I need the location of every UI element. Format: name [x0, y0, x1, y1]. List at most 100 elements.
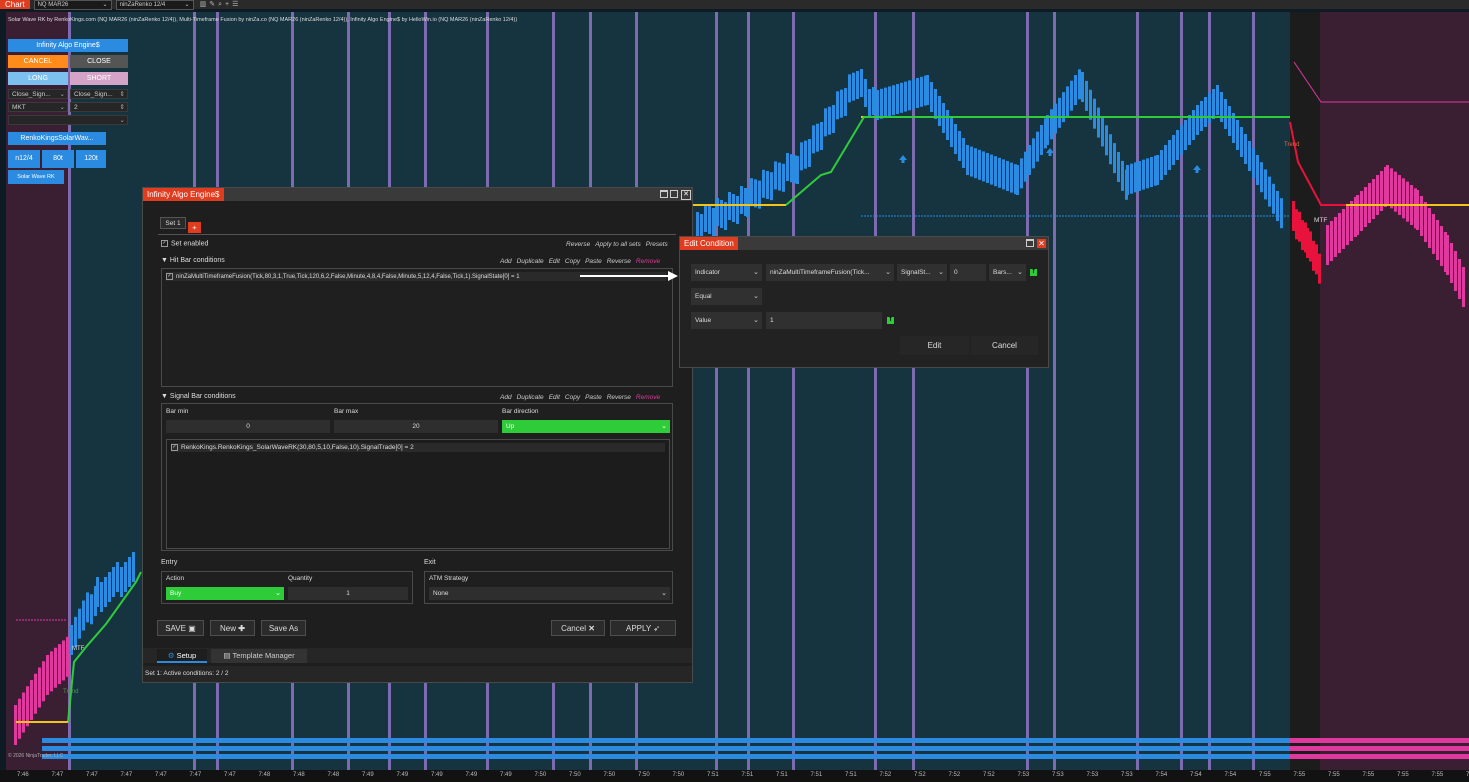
close-position-button[interactable]: CLOSE — [70, 55, 128, 68]
atm-select[interactable]: None ⌄ — [429, 587, 670, 600]
bars-select[interactable]: Bars... ⌄ — [989, 264, 1026, 281]
renko-bar — [930, 82, 933, 112]
edit-condition-dialog: Edit Condition ✕ Indicator ⌄ ninZaMultiTi… — [679, 236, 1049, 368]
close-signal-select[interactable]: Close_Sign... ⇕ — [70, 89, 128, 99]
bar-direction-label: Bar direction — [502, 408, 539, 415]
atm-select[interactable]: ⌄ — [8, 115, 128, 125]
tab-set-1[interactable]: Set 1 — [160, 217, 186, 229]
bar-min-input[interactable]: 0 — [166, 420, 330, 433]
renko-bar — [1188, 115, 1191, 145]
indicator-select[interactable]: ninZaMultiTimeframeFusion(Tick... ⌄ — [766, 264, 894, 281]
zoom-icon[interactable]: ⌕ — [218, 1, 225, 8]
value-input[interactable]: 1 — [766, 312, 882, 329]
bar-max-input[interactable]: 20 — [334, 420, 498, 433]
reverse-link[interactable]: Reverse — [607, 258, 631, 265]
close-icon[interactable]: ✕ — [1037, 239, 1046, 248]
list-item[interactable]: ✓ RenkoKings.RenkoKings_SolarWaveRK(30,80… — [171, 443, 665, 453]
cancel-button[interactable]: Cancel ✕ — [551, 620, 605, 636]
paste-link[interactable]: Paste — [585, 258, 602, 265]
maximize-icon[interactable] — [1026, 239, 1034, 247]
new-button[interactable]: New ✚ — [210, 620, 255, 636]
duplicate-link[interactable]: Duplicate — [517, 394, 544, 401]
signal-band — [42, 738, 1290, 743]
drawing-tool-icon[interactable]: ✎ — [209, 1, 218, 8]
crosshair-icon[interactable]: + — [225, 1, 232, 8]
renko-120t-button[interactable]: 120t — [76, 150, 106, 168]
spinner-icon: ⇕ — [119, 91, 125, 98]
time-tick: 7:50 — [534, 772, 547, 778]
close-signal-select[interactable]: Close_Sign... ⌄ — [8, 89, 68, 99]
set-enabled-checkbox[interactable]: ✓ Set enabled — [161, 240, 208, 247]
presets-link[interactable]: Presets — [646, 241, 668, 248]
engine-title-button[interactable]: Infinity Algo Engine$ — [8, 39, 128, 52]
tab-template-manager[interactable]: ▤ Template Manager — [211, 649, 307, 663]
remove-link[interactable]: Remove — [636, 394, 660, 401]
close-icon[interactable]: ✕ — [681, 190, 691, 200]
window-titlebar[interactable]: Infinity Algo Engine$ ✕ — [143, 188, 692, 201]
edit-button[interactable]: Edit — [900, 336, 969, 355]
time-tick: 7:55 — [1328, 772, 1340, 778]
signal-bar-header[interactable]: ▼ Signal Bar conditions — [161, 393, 236, 400]
plot-select[interactable]: SignalSt... ⌄ — [897, 264, 947, 281]
renko-kings-button[interactable]: RenkoKingsSolarWav... — [8, 132, 106, 145]
solar-wave-button[interactable]: Solar Wave RK — [8, 170, 64, 184]
check-icon: ✓ — [166, 273, 173, 280]
minimize-icon[interactable] — [660, 190, 668, 198]
settings-icon[interactable]: f — [887, 317, 894, 324]
copy-link[interactable]: Copy — [565, 394, 580, 401]
hit-bar-header[interactable]: ▼ Hit Bar conditions — [161, 257, 225, 264]
reverse-link[interactable]: Reverse — [607, 394, 631, 401]
short-button[interactable]: SHORT — [70, 72, 128, 85]
cancel-orders-button[interactable]: CANCEL — [8, 55, 68, 68]
time-tick: 7:52 — [983, 772, 995, 778]
reverse-link[interactable]: Reverse — [566, 241, 590, 248]
duplicate-link[interactable]: Duplicate — [517, 258, 544, 265]
save-button[interactable]: SAVE ▣ — [157, 620, 204, 636]
bars-ago-input[interactable]: 0 — [950, 264, 986, 281]
add-link[interactable]: Add — [500, 394, 512, 401]
cancel-button[interactable]: Cancel — [971, 336, 1038, 355]
order-type-select[interactable]: MKT ⌄ — [8, 102, 68, 112]
quantity-stepper[interactable]: 2 ⇕ — [70, 102, 128, 112]
bar-min-label: Bar min — [166, 408, 189, 415]
renko-bar — [66, 636, 69, 677]
long-button[interactable]: LONG — [8, 72, 68, 85]
renko-80t-button[interactable]: 80t — [42, 150, 74, 168]
toolbar-icons[interactable]: ▥✎⌕+☰ — [200, 0, 242, 9]
paste-link[interactable]: Paste — [585, 394, 602, 401]
settings-icon[interactable]: f — [1030, 269, 1037, 276]
operator-select[interactable]: Equal ⌄ — [691, 288, 762, 305]
copy-link[interactable]: Copy — [565, 258, 580, 265]
renko-bar — [1402, 178, 1405, 219]
remove-link[interactable]: Remove — [636, 258, 660, 265]
apply-all-link[interactable]: Apply to all sets — [595, 241, 641, 248]
bar-type-icon[interactable]: ▥ — [200, 1, 210, 8]
save-as-button[interactable]: Save As — [261, 620, 306, 636]
time-tick: 7:51 — [776, 772, 788, 778]
bar-direction-select[interactable]: Up ⌄ — [502, 420, 670, 433]
add-set-button[interactable]: + — [188, 222, 201, 233]
apply-button[interactable]: APPLY ➶ — [610, 620, 676, 636]
action-select[interactable]: Buy ⌄ — [166, 587, 284, 600]
renko-bar — [856, 71, 859, 99]
renko-n12-button[interactable]: n12/4 — [8, 150, 40, 168]
time-tick: 7:51 — [810, 772, 823, 778]
chart-tab[interactable]: Chart — [0, 0, 30, 9]
chart-toolbar: Chart NQ MAR26 ⌄ ninZaRenko 12/4 ⌄ ▥✎⌕+☰ — [0, 0, 1469, 10]
left-type-select[interactable]: Indicator ⌄ — [691, 264, 762, 281]
signal-bar-list[interactable]: ✓ RenkoKings.RenkoKings_SolarWaveRK(30,80… — [166, 439, 670, 549]
edit-link[interactable]: Edit — [549, 258, 560, 265]
right-type-select[interactable]: Value ⌄ — [691, 312, 762, 329]
properties-icon[interactable]: ☰ — [232, 1, 241, 8]
chevron-down-icon: ⌄ — [59, 104, 65, 111]
bar-type-selector[interactable]: ninZaRenko 12/4 ⌄ — [115, 0, 194, 10]
add-link[interactable]: Add — [500, 258, 512, 265]
instrument-selector[interactable]: NQ MAR26 ⌄ — [33, 0, 112, 10]
dialog-titlebar[interactable]: Edit Condition ✕ — [680, 237, 1048, 250]
tab-setup[interactable]: ⚙ Setup — [157, 649, 207, 663]
maximize-icon[interactable] — [670, 190, 678, 198]
quantity-input[interactable]: 1 — [288, 587, 408, 600]
hit-bar-list[interactable]: ✓ ninZaMultiTimeframeFusion(Tick,80,3,1,T… — [161, 268, 673, 387]
edit-link[interactable]: Edit — [549, 394, 560, 401]
renko-bar — [1298, 211, 1301, 242]
